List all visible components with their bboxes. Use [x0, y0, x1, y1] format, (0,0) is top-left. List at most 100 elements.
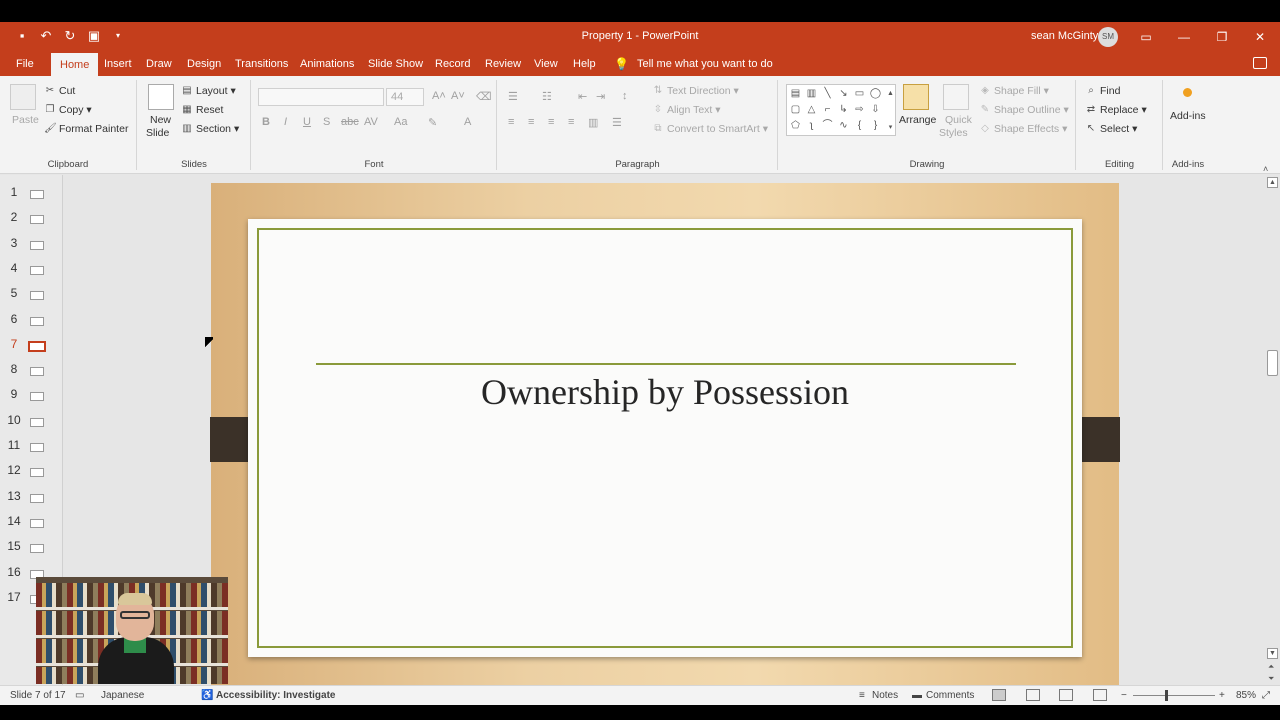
arrow-line-shape-icon[interactable]: ↘ [837, 87, 850, 100]
next-slide-icon[interactable]: ⏷ [1268, 674, 1274, 684]
clear-formatting-icon[interactable]: ⌫ [476, 90, 492, 103]
previous-slide-icon[interactable]: ⏶ [1268, 662, 1274, 672]
zoom-out-icon[interactable]: − [1121, 690, 1127, 701]
slide-thumbnail-image[interactable] [30, 215, 44, 225]
triangle-shape-icon[interactable]: △ [805, 103, 818, 116]
new-slide-button-line2[interactable]: Slide [146, 127, 169, 139]
ribbon-display-icon[interactable]: ▭ [1136, 27, 1156, 47]
font-size-input[interactable]: 44 [386, 88, 424, 106]
shape-effects-button[interactable]: ◇ Shape Effects ▾ [979, 123, 1067, 135]
tab-record[interactable]: Record [435, 52, 470, 76]
font-name-input[interactable] [258, 88, 384, 106]
slide-thumbnail-11[interactable]: 11 [0, 438, 62, 458]
left-brace-shape-icon[interactable]: { [853, 119, 866, 132]
slide-thumbnail-image[interactable] [30, 544, 44, 554]
vertical-scrollbar[interactable]: ▲ ▼ ⏶ ⏷ [1265, 175, 1280, 690]
freeform-shape-icon[interactable]: ⬠ [789, 119, 802, 132]
layout-button[interactable]: ▤ Layout ▾ [181, 85, 235, 97]
slide-show-icon[interactable] [1093, 689, 1107, 701]
strikethrough-icon[interactable]: abc [341, 116, 359, 128]
slide-thumbnail-image[interactable] [30, 240, 44, 250]
slide-thumbnail-4[interactable]: 4 [0, 261, 62, 281]
slide-thumbnail-image[interactable] [30, 417, 44, 427]
decrease-indent-icon[interactable]: ⇤ [578, 90, 587, 103]
arrange-button[interactable]: Arrange [899, 114, 936, 126]
slide-thumbnail-image[interactable] [30, 265, 44, 275]
convert-smartart-button[interactable]: ⧉ Convert to SmartArt ▾ [652, 123, 768, 135]
right-brace-shape-icon[interactable]: } [869, 119, 882, 132]
right-arrow-shape-icon[interactable]: ⇨ [853, 103, 866, 116]
arc-shape-icon[interactable]: ⌒ [821, 119, 834, 132]
slide-thumbnail-image[interactable] [30, 190, 44, 199]
slide-thumbnail-image[interactable] [30, 468, 44, 478]
tab-slide-show[interactable]: Slide Show [368, 52, 423, 76]
line-spacing-icon[interactable]: ↕ [622, 90, 628, 102]
bullets-icon[interactable]: ☰ [508, 90, 518, 103]
minimize-icon[interactable]: — [1174, 27, 1194, 47]
replace-button[interactable]: ⇄ Replace ▾ [1085, 104, 1147, 116]
tab-file[interactable]: File [16, 52, 34, 76]
slide-thumbnail-6[interactable]: 6 [0, 312, 62, 332]
avatar[interactable]: SM [1098, 27, 1118, 47]
slide-thumbnail-image[interactable] [30, 392, 44, 402]
tab-home[interactable]: Home [51, 53, 99, 76]
columns-icon[interactable]: ▥ [588, 116, 598, 129]
slide-title[interactable]: Ownership by Possession [248, 371, 1082, 413]
slide-thumbnail-13[interactable]: 13 [0, 489, 62, 509]
accessibility-status[interactable]: Accessibility: Investigate [216, 690, 336, 701]
vertical-textbox-shape-icon[interactable]: ▥ [805, 87, 818, 100]
slide[interactable]: Ownership by Possession [210, 183, 1120, 694]
reading-view-icon[interactable] [1059, 689, 1073, 701]
align-center-icon[interactable]: ≡ [528, 116, 534, 128]
zoom-level[interactable]: 85% [1236, 690, 1256, 701]
format-painter-button[interactable]: 🖌 Format Painter [44, 123, 128, 135]
zoom-slider[interactable] [1133, 695, 1215, 696]
spell-check-icon[interactable]: ▭ [75, 690, 84, 701]
justify-icon[interactable]: ≡ [568, 116, 574, 128]
shrink-font-icon[interactable]: A˅ [451, 90, 465, 102]
bold-icon[interactable]: B [262, 116, 270, 128]
shapes-gallery[interactable]: ▤ ▥ ╲ ↘ ▭ ◯ ▢ △ ⌐ ↳ ⇨ ⇩ ⬠ ʅ ⌒ ∿ { } ▲ ▾ [786, 84, 896, 136]
tab-design[interactable]: Design [187, 52, 221, 76]
collapse-ribbon-icon[interactable]: ˄ [1263, 164, 1268, 174]
tab-animations[interactable]: Animations [300, 52, 354, 76]
elbow-arrow-shape-icon[interactable]: ↳ [837, 103, 850, 116]
font-color-icon[interactable]: A [464, 116, 471, 128]
tell-me-search[interactable]: Tell me what you want to do [637, 52, 773, 76]
slide-thumbnail-image[interactable] [30, 443, 44, 452]
slide-thumbnail-5[interactable]: 5 [0, 286, 62, 306]
slide-thumbnail-image[interactable] [30, 291, 44, 301]
paragraph-align-icon[interactable]: ☰ [612, 116, 622, 129]
quick-styles-button[interactable]: Quick [945, 114, 972, 126]
change-case-icon[interactable]: Aa [394, 116, 407, 128]
line-shape-icon[interactable]: ╲ [821, 87, 834, 100]
down-arrow-shape-icon[interactable]: ⇩ [869, 103, 882, 116]
normal-view-icon[interactable] [992, 689, 1006, 701]
tab-transitions[interactable]: Transitions [235, 52, 288, 76]
underline-icon[interactable]: U [303, 116, 311, 128]
align-left-icon[interactable]: ≡ [508, 116, 514, 128]
slide-thumbnail-2[interactable]: 2 [0, 210, 62, 230]
slide-thumbnail-15[interactable]: 15 [0, 539, 62, 559]
scroll-up-icon[interactable]: ▲ [1267, 177, 1278, 188]
numbering-icon[interactable]: ☷ [542, 90, 552, 103]
paste-button[interactable]: Paste [12, 114, 39, 126]
slide-thumbnail-image[interactable] [28, 340, 46, 352]
scroll-thumb[interactable] [1267, 350, 1278, 376]
slide-thumbnail-3[interactable]: 3 [0, 236, 62, 256]
oval-shape-icon[interactable]: ◯ [869, 87, 882, 100]
slide-thumbnail-10[interactable]: 10 [0, 413, 62, 433]
rounded-rectangle-shape-icon[interactable]: ▢ [789, 103, 802, 116]
shadow-icon[interactable]: S [323, 116, 330, 128]
highlight-icon[interactable]: ✎ [428, 116, 437, 129]
slide-thumbnail-7[interactable]: 7 [0, 337, 62, 357]
zoom-in-icon[interactable]: + [1219, 690, 1225, 701]
grow-font-icon[interactable]: A˄ [432, 90, 446, 102]
shape-outline-button[interactable]: ✎ Shape Outline ▾ [979, 104, 1069, 116]
slide-thumbnail-image[interactable] [30, 493, 44, 503]
quick-styles-button-line2[interactable]: Styles [939, 127, 968, 139]
slide-thumbnail-image[interactable] [30, 316, 44, 326]
elbow-connector-shape-icon[interactable]: ⌐ [821, 103, 834, 116]
slide-thumbnail-14[interactable]: 14 [0, 514, 62, 534]
curve-shape-icon[interactable]: ∿ [837, 119, 850, 132]
